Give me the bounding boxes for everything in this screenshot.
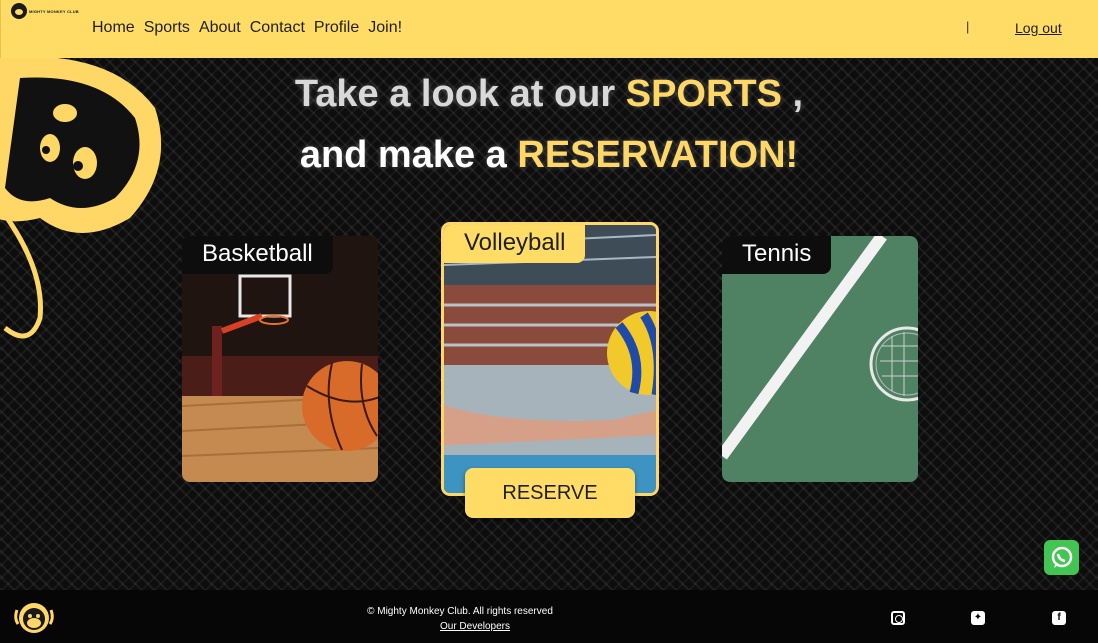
logout-button[interactable]: Log out: [1015, 20, 1062, 36]
headline-text: Take a look at our: [294, 73, 626, 115]
copyright-text: © Mighty Monkey Club. All rights reserve…: [367, 606, 553, 617]
sport-card-volleyball[interactable]: Volleyball: [441, 222, 659, 496]
monkey-logo-icon: [11, 3, 27, 19]
instagram-icon[interactable]: [891, 611, 905, 625]
sport-label-tennis: Tennis: [722, 236, 832, 274]
site-header: MIGHTY MONKEY CLUB Home Sports About Con…: [0, 0, 1098, 58]
facebook-icon[interactable]: f: [1052, 611, 1066, 625]
sport-label-basketball: Basketball: [182, 236, 333, 274]
volleyball-image: [444, 225, 656, 493]
sport-label-volleyball: Volleyball: [444, 225, 586, 263]
whatsapp-icon: [1051, 546, 1072, 568]
facebook-f-icon: f: [1057, 612, 1061, 623]
sports-section: Take a look at our SPORTS , and make a R…: [0, 58, 1098, 590]
sport-card-tennis[interactable]: Tennis: [722, 236, 918, 482]
nav-home-link[interactable]: Home: [92, 19, 135, 37]
developers-link[interactable]: Our Developers: [340, 621, 610, 632]
headline-highlight-reservation: RESERVATION!: [517, 134, 799, 176]
headline-text-end: ,: [781, 73, 804, 115]
headline-line-1: Take a look at our SPORTS ,: [0, 73, 1098, 116]
nav-sports-link[interactable]: Sports: [144, 19, 190, 37]
headline-text: and make a: [299, 134, 518, 176]
main-nav: Home Sports About Contact Profile Join!: [92, 19, 402, 37]
header-separator: |: [966, 19, 970, 34]
nav-contact-link[interactable]: Contact: [250, 19, 305, 37]
twitter-bird-icon: ✦: [973, 612, 983, 623]
headline-line-2: and make a RESERVATION!: [0, 134, 1098, 177]
logo-text: MIGHTY MONKEY CLUB: [29, 8, 79, 14]
site-logo[interactable]: MIGHTY MONKEY CLUB: [11, 2, 81, 20]
reserve-button[interactable]: RESERVE: [465, 468, 635, 518]
sport-card-basketball[interactable]: Basketball: [182, 236, 378, 482]
headline-highlight-sports: SPORTS: [625, 73, 782, 115]
monkey-footer-logo-icon[interactable]: [12, 600, 56, 638]
nav-profile-link[interactable]: Profile: [314, 19, 359, 37]
site-footer: © Mighty Monkey Club. All rights reserve…: [0, 590, 1098, 643]
nav-about-link[interactable]: About: [199, 19, 241, 37]
twitter-icon[interactable]: ✦: [971, 611, 985, 625]
nav-join-link[interactable]: Join!: [368, 19, 402, 37]
whatsapp-button[interactable]: [1044, 540, 1079, 575]
